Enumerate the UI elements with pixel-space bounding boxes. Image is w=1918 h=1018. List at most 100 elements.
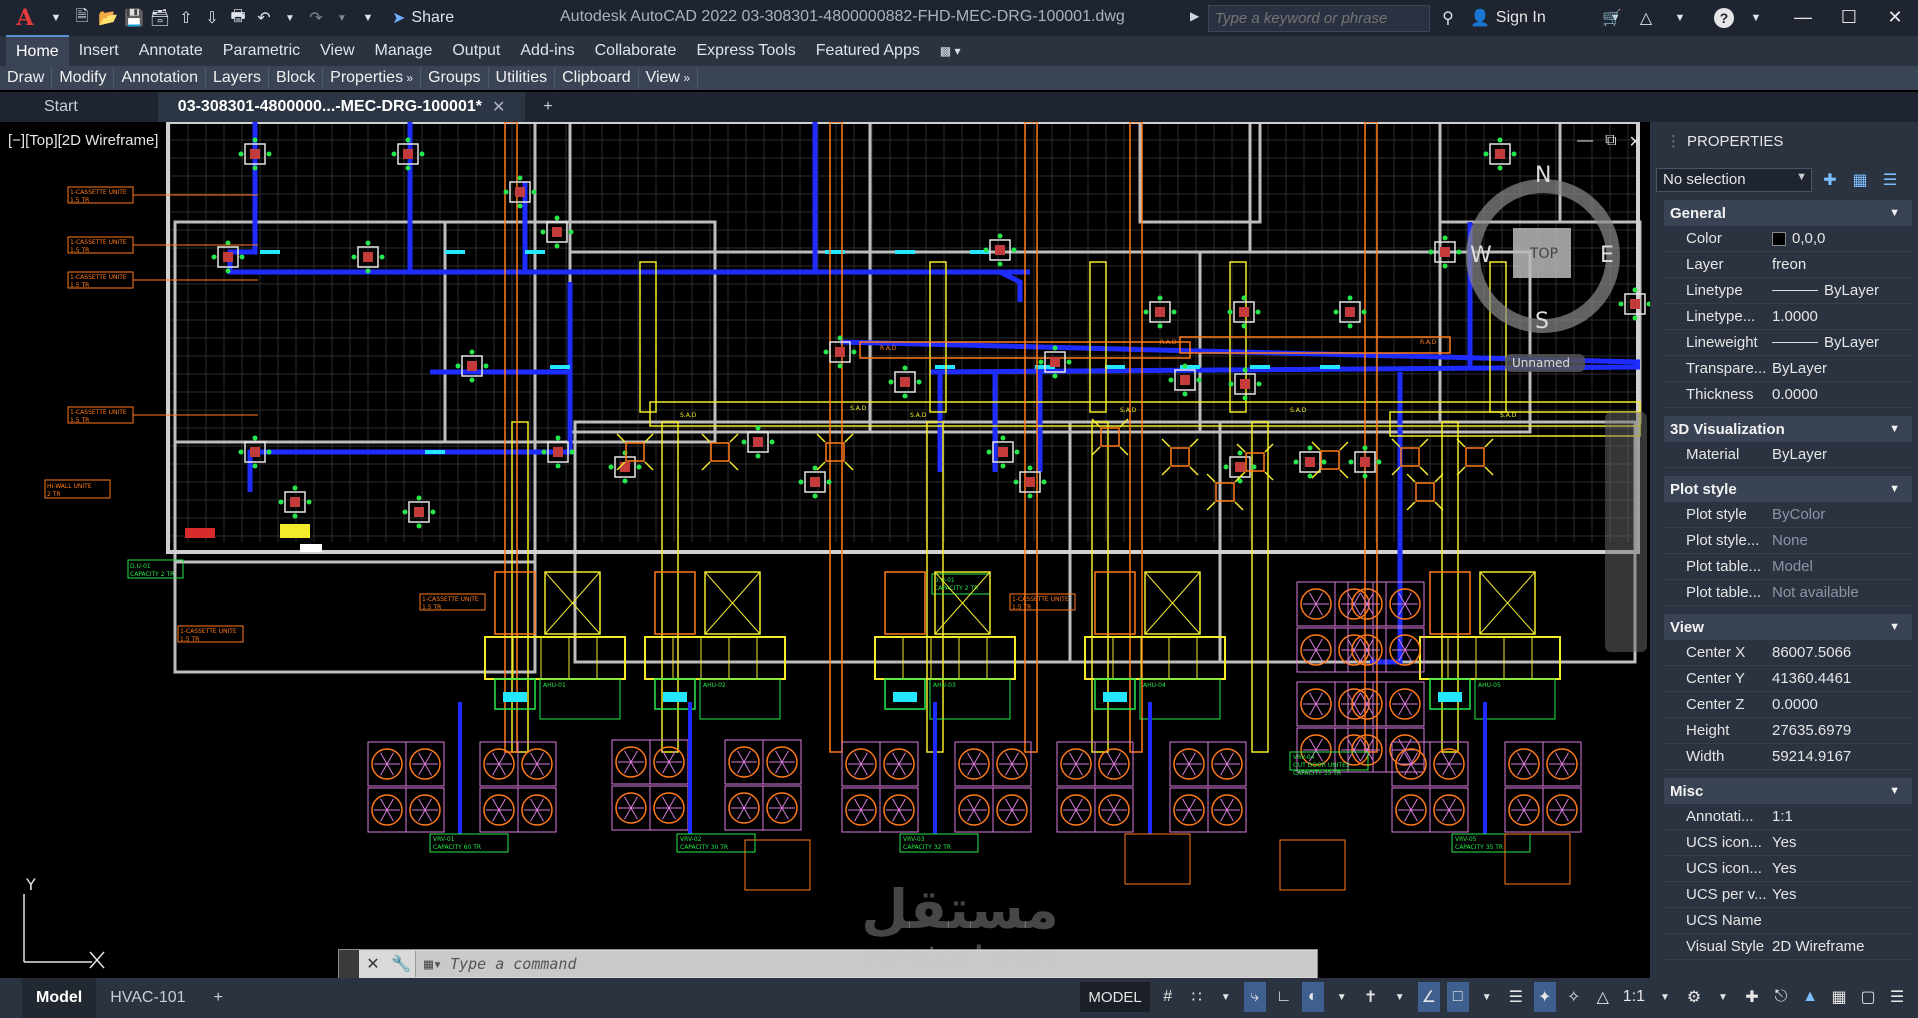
property-row[interactable]: Plot style ByColor [1664, 502, 1912, 528]
open-web-icon[interactable]: ⇧ [174, 6, 198, 30]
ribbon-panel-utilities[interactable]: Utilities [489, 67, 556, 89]
palette-grip-icon[interactable]: ⋮ [1666, 132, 1681, 150]
property-row[interactable]: Color 0,0,0 [1664, 226, 1912, 252]
section-header[interactable]: Plot style ▼ [1664, 476, 1912, 502]
minimize-icon[interactable]: — [1780, 0, 1826, 34]
toggle-pickadd-icon[interactable]: ✚ [1818, 168, 1842, 192]
autocad-logo-icon[interactable]: A [8, 5, 42, 31]
tab-start[interactable]: Start [0, 92, 158, 122]
open-file-icon[interactable]: 📂 [96, 6, 120, 30]
viewport-restore-icon[interactable]: ⧉ [1605, 132, 1616, 152]
ribbon-tab-manage[interactable]: Manage [365, 36, 443, 66]
command-line-grip[interactable] [339, 950, 359, 978]
annotation-scale-value[interactable]: 1:1 [1621, 982, 1647, 1012]
ribbon-tab-add-ins[interactable]: Add-ins [510, 36, 584, 66]
polar-dropdown-icon[interactable]: ▼ [1331, 982, 1353, 1012]
save-as-icon[interactable]: 🗃 [148, 6, 172, 30]
quick-properties-icon[interactable]: ▦ [1828, 982, 1850, 1012]
viewport-label[interactable]: [−][Top][2D Wireframe] [8, 132, 158, 149]
cad-drawing[interactable]: 1-CASSETTE UNITE1.5 TR1-CASSETTE UNITE1.… [0, 122, 1650, 978]
ribbon-panel-draw[interactable]: Draw [0, 67, 53, 89]
help-icon[interactable]: ? [1714, 8, 1734, 28]
layout-tab-hvac[interactable]: HVAC-101 [96, 978, 199, 1018]
object-snap-tracking-icon[interactable]: ∠ [1417, 982, 1440, 1012]
ribbon-tab-home[interactable]: Home [6, 35, 69, 67]
object-snap-icon[interactable]: □ [1446, 982, 1469, 1012]
model-space-button[interactable]: MODEL [1080, 982, 1150, 1012]
property-row[interactable]: UCS Name [1664, 908, 1912, 934]
ribbon-panel-groups[interactable]: Groups [421, 67, 489, 89]
property-row[interactable]: UCS icon... Yes [1664, 830, 1912, 856]
search-expand-icon[interactable]: ▶ [1190, 9, 1199, 23]
redo-icon[interactable]: ↷ [304, 6, 328, 30]
osnap-dropdown-icon[interactable]: ▼ [1476, 982, 1498, 1012]
grid-icon[interactable]: # [1157, 982, 1179, 1012]
property-row[interactable]: Linetype... 1.0000 [1664, 304, 1912, 330]
section-header[interactable]: View ▼ [1664, 614, 1912, 640]
property-row[interactable]: Visual Style 2D Wireframe [1664, 934, 1912, 960]
property-row[interactable]: Lineweight ByLayer [1664, 330, 1912, 356]
property-row[interactable]: Center Y 41360.4461 [1664, 666, 1912, 692]
ribbon-tab-collaborate[interactable]: Collaborate [585, 36, 687, 66]
viewport-close-icon[interactable]: ✕ [1629, 132, 1642, 152]
property-row[interactable]: Material ByLayer [1664, 442, 1912, 468]
save-web-icon[interactable]: ⇩ [200, 6, 224, 30]
annotation-visibility-icon[interactable]: ✦ [1533, 982, 1556, 1012]
property-row[interactable]: Center Z 0.0000 [1664, 692, 1912, 718]
ribbon-panel-layers[interactable]: Layers [206, 67, 270, 89]
section-header[interactable]: General ▼ [1664, 200, 1912, 226]
polar-tracking-icon[interactable]: ◐ [1301, 982, 1324, 1012]
section-header[interactable]: Misc ▼ [1664, 778, 1912, 804]
lineweight-icon[interactable]: ☰ [1505, 982, 1527, 1012]
redo-dropdown-icon[interactable]: ▼ [330, 6, 354, 30]
property-row[interactable]: Annotati... 1:1 [1664, 804, 1912, 830]
new-file-icon[interactable]: 🗎 [70, 6, 94, 30]
annotation-monitor-icon[interactable]: ⎋ [1770, 982, 1792, 1012]
property-row[interactable]: Width 59214.9167 [1664, 744, 1912, 770]
ribbon-panel-clipboard[interactable]: Clipboard [555, 67, 639, 89]
isodraft-icon[interactable]: ✝ [1360, 982, 1382, 1012]
ribbon-tab-featured-apps[interactable]: Featured Apps [806, 36, 930, 66]
search-icon[interactable]: ⚲ [1436, 6, 1460, 30]
customization-icon[interactable]: ☰ [1886, 982, 1908, 1012]
add-icon[interactable]: ✚ [1741, 982, 1763, 1012]
undo-dropdown-icon[interactable]: ▼ [278, 6, 302, 30]
selection-dropdown[interactable]: No selection ▼ [1656, 168, 1812, 192]
scale-dropdown-icon[interactable]: ▼ [1654, 982, 1676, 1012]
ribbon-minimize-toggle-icon[interactable]: ▩ ▾ [930, 38, 971, 64]
property-row[interactable]: Layer freon [1664, 252, 1912, 278]
snap-icon[interactable]: ∷ [1186, 982, 1208, 1012]
ribbon-panel-annotation[interactable]: Annotation [114, 67, 206, 89]
auto-scale-icon[interactable]: ✧ [1563, 982, 1585, 1012]
ribbon-panel-modify[interactable]: Modify [52, 67, 115, 89]
autodesk-app-icon[interactable]: △ [1634, 6, 1658, 30]
ribbon-tab-insert[interactable]: Insert [69, 36, 129, 66]
cart-icon[interactable]: 🛒 [1600, 6, 1624, 30]
layout-tab-model[interactable]: Model [22, 978, 97, 1018]
ortho-icon[interactable]: ∟ [1273, 982, 1295, 1012]
ribbon-tab-annotate[interactable]: Annotate [129, 36, 213, 66]
property-row[interactable]: Plot style... None [1664, 528, 1912, 554]
plot-icon[interactable]: 🖶 [226, 6, 250, 30]
sign-in-button[interactable]: 👤 Sign In ▼ [1470, 8, 1621, 28]
property-row[interactable]: UCS icon... Yes [1664, 856, 1912, 882]
save-icon[interactable]: 💾 [122, 6, 146, 30]
annotation-scale-icon[interactable]: △ [1592, 982, 1614, 1012]
select-objects-icon[interactable]: ▦ [1848, 168, 1872, 192]
help-dropdown-icon[interactable]: ▼ [1744, 6, 1768, 30]
viewport-minimize-icon[interactable]: — [1577, 132, 1593, 152]
clean-screen-icon[interactable]: ▢ [1857, 982, 1879, 1012]
property-row[interactable]: Plot table... Not available [1664, 580, 1912, 606]
section-header[interactable]: 3D Visualization ▼ [1664, 416, 1912, 442]
quick-select-icon[interactable]: ☰ [1878, 168, 1902, 192]
customize-qat-icon[interactable]: ▼ [356, 6, 380, 30]
customize-command-icon[interactable]: 🔧 [387, 954, 415, 974]
snap-dropdown-icon[interactable]: ▼ [1215, 982, 1237, 1012]
workspace-gear-icon[interactable]: ⚙ [1683, 982, 1705, 1012]
application-menu-chevron-icon[interactable]: ▼ [44, 6, 68, 30]
property-row[interactable]: Center X 86007.5066 [1664, 640, 1912, 666]
close-tab-icon[interactable]: ✕ [492, 97, 505, 117]
undo-icon[interactable]: ↶ [252, 6, 276, 30]
add-layout-button[interactable]: + [200, 978, 237, 1018]
units-icon[interactable]: ▲ [1799, 982, 1821, 1012]
